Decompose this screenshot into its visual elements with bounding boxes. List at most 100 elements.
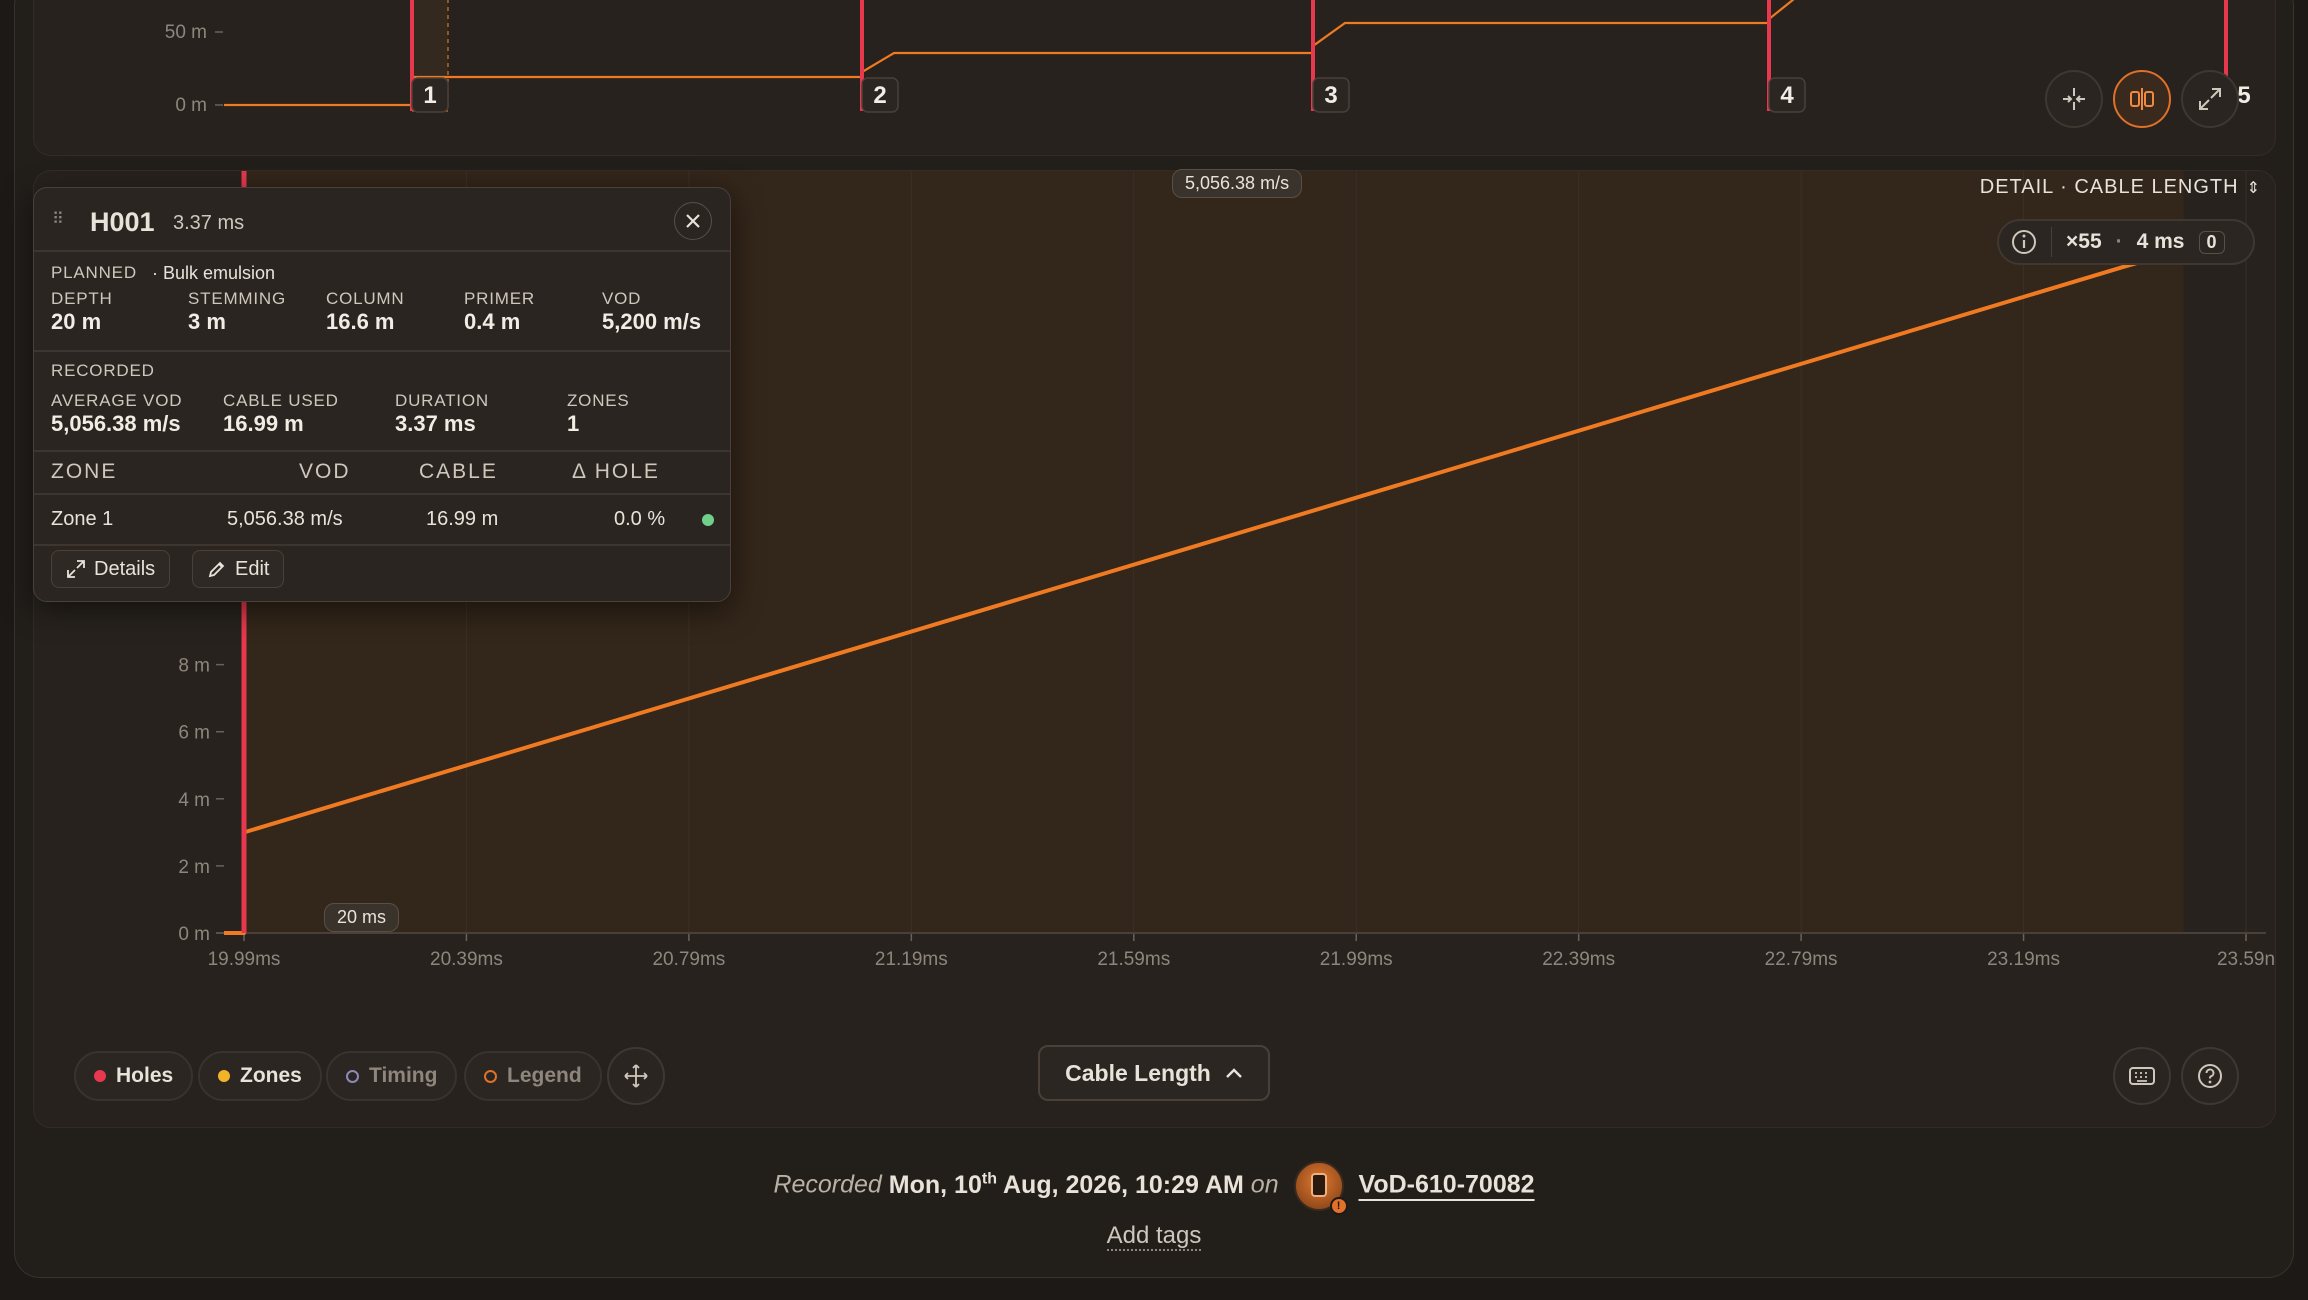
split-view-button[interactable] bbox=[2113, 70, 2171, 128]
close-icon bbox=[686, 214, 700, 228]
view-select-label: Cable Length bbox=[1065, 1059, 1211, 1086]
help-button[interactable] bbox=[2181, 1047, 2239, 1105]
x-tick-label: 20.39ms bbox=[430, 949, 503, 970]
close-button[interactable] bbox=[674, 202, 712, 240]
table-row[interactable]: Zone 1 5,056.38 m/s 16.99 m 0.0 % bbox=[34, 494, 730, 544]
table-header-delta: Δ HOLE bbox=[572, 460, 660, 483]
planned-vod: VOD 5,200 m/s bbox=[602, 289, 702, 334]
svg-text:5: 5 bbox=[2237, 82, 2250, 109]
move-icon bbox=[624, 1064, 648, 1088]
planned-primer: PRIMER 0.4 m bbox=[464, 289, 535, 334]
zones-dot-icon bbox=[218, 1070, 230, 1082]
recorded-label: RECORDED bbox=[51, 361, 155, 380]
count-badge: 0 bbox=[2198, 230, 2225, 254]
chevron-up-icon bbox=[1225, 1068, 1242, 1078]
overview-hole-marker-3[interactable]: 3 bbox=[1311, 0, 1350, 113]
pan-button[interactable] bbox=[607, 1047, 665, 1105]
overview-panel: 50 m 0 m 1 2 3 4 5 bbox=[33, 0, 2276, 156]
overview-hole-marker-4[interactable]: 4 bbox=[1767, 0, 1806, 113]
y-tick-label: 8 m bbox=[178, 656, 210, 677]
device-link[interactable]: VoD-610-70082 bbox=[1359, 1171, 1535, 1199]
x-tick-label: 22.79ms bbox=[1765, 949, 1838, 970]
recorded-average-vod: AVERAGE VOD 5,056.38 m/s bbox=[51, 391, 183, 436]
row-delta: 0.0 % bbox=[614, 508, 666, 530]
recorded-zones: ZONES 1 bbox=[567, 391, 630, 436]
details-label: Details bbox=[94, 557, 156, 580]
view-select[interactable]: Cable Length bbox=[1038, 1045, 1270, 1101]
timing-toggle[interactable]: Timing bbox=[326, 1051, 458, 1101]
y-tick-label: 2 m bbox=[178, 857, 210, 878]
hole-id: H001 bbox=[90, 207, 155, 237]
planned-depth: DEPTH 20 m bbox=[51, 289, 113, 334]
x-tick-label: 21.19ms bbox=[875, 949, 948, 970]
warning-badge-icon: ! bbox=[1329, 1197, 1348, 1215]
recorded-word: Recorded bbox=[773, 1170, 882, 1199]
edit-button[interactable]: Edit bbox=[192, 550, 285, 588]
overview-y-tick-50: 50 m bbox=[165, 22, 207, 43]
edit-label: Edit bbox=[235, 557, 270, 580]
expand-button[interactable] bbox=[2181, 70, 2239, 128]
holes-dot-icon bbox=[94, 1070, 106, 1082]
keyboard-icon bbox=[2129, 1067, 2155, 1085]
holes-toggle[interactable]: Holes bbox=[74, 1051, 194, 1101]
table-header-zone: ZONE bbox=[51, 460, 118, 483]
overview-y-tick-0: 0 m bbox=[175, 95, 207, 116]
collapse-button[interactable] bbox=[2045, 70, 2103, 128]
holes-label: Holes bbox=[116, 1064, 174, 1087]
explosive-type: · Bulk emulsion bbox=[152, 263, 276, 283]
interval-readout: 4 ms bbox=[2136, 230, 2185, 253]
playback-readout[interactable]: ×55 · 4 ms 0 bbox=[1997, 219, 2255, 265]
y-tick-label: 0 m bbox=[178, 924, 210, 945]
legend-ring-icon bbox=[484, 1069, 497, 1083]
y-tick-label: 6 m bbox=[178, 723, 210, 744]
legend-toggle[interactable]: Legend bbox=[464, 1051, 602, 1101]
device-avatar[interactable]: ! bbox=[1293, 1161, 1348, 1215]
mode-selector[interactable]: DETAIL · CABLE LENGTH ⇕ bbox=[1980, 176, 2261, 199]
y-tick-label: 4 m bbox=[178, 790, 210, 811]
expand-icon bbox=[67, 560, 85, 578]
svg-text:3: 3 bbox=[1324, 82, 1337, 109]
device-icon bbox=[1310, 1173, 1327, 1197]
timing-ring-icon bbox=[346, 1069, 359, 1083]
overview-chart[interactable]: 50 m 0 m 1 2 3 4 5 bbox=[34, 0, 2277, 157]
mode-label: DETAIL · CABLE LENGTH bbox=[1979, 176, 2239, 198]
status-dot-icon bbox=[702, 514, 714, 526]
svg-text:4: 4 bbox=[1780, 82, 1794, 109]
expand-icon bbox=[2199, 88, 2221, 110]
hole-duration: 3.37 ms bbox=[173, 212, 245, 234]
zoom-readout: ×55 bbox=[2066, 230, 2102, 253]
zones-toggle[interactable]: Zones bbox=[198, 1051, 322, 1101]
zones-label: Zones bbox=[240, 1064, 302, 1087]
recording-info: Recorded Mon, 10th Aug, 2026, 10:29 AM o… bbox=[0, 1161, 2308, 1215]
timing-label: Timing bbox=[369, 1064, 438, 1087]
planned-stemming: STEMMING 3 m bbox=[188, 289, 287, 334]
keyboard-button[interactable] bbox=[2113, 1047, 2171, 1105]
help-icon bbox=[2198, 1064, 2222, 1088]
drag-handle-icon[interactable]: ⠿ bbox=[52, 209, 65, 229]
row-vod: 5,056.38 m/s bbox=[227, 508, 343, 530]
x-tick-label: 21.99ms bbox=[1320, 949, 1393, 970]
planned-label: PLANNED bbox=[51, 263, 137, 282]
split-view-icon bbox=[2130, 88, 2154, 110]
x-tick-label: 22.39ms bbox=[1542, 949, 1615, 970]
chevron-updown-icon: ⇕ bbox=[2246, 179, 2261, 197]
collapse-icon bbox=[2063, 88, 2085, 110]
svg-text:2: 2 bbox=[873, 82, 886, 109]
x-tick-label: 20.79ms bbox=[652, 949, 725, 970]
overview-hole-marker-2[interactable]: 2 bbox=[860, 0, 899, 113]
time-chip: 20 ms bbox=[324, 903, 400, 932]
x-tick-label: 23.59n bbox=[2217, 949, 2275, 970]
info-icon[interactable] bbox=[2011, 229, 2037, 255]
hole-info-popup[interactable]: ⠿ H001 3.37 ms PLANNED · Bulk emulsion D… bbox=[33, 187, 731, 602]
recorded-duration: DURATION 3.37 ms bbox=[395, 391, 489, 436]
add-tags-row: Add tags bbox=[0, 1222, 2308, 1251]
planned-column: COLUMN 16.6 m bbox=[326, 289, 405, 334]
details-button[interactable]: Details bbox=[51, 550, 171, 588]
recorded-cable-used: CABLE USED 16.99 m bbox=[223, 391, 339, 436]
pencil-icon bbox=[208, 561, 225, 578]
table-header-cable: CABLE bbox=[419, 460, 498, 483]
table-header-vod: VOD bbox=[299, 460, 351, 483]
vod-chip: 5,056.38 m/s bbox=[1172, 169, 1303, 198]
on-word: on bbox=[1250, 1170, 1279, 1199]
add-tags-link[interactable]: Add tags bbox=[1106, 1222, 1202, 1251]
